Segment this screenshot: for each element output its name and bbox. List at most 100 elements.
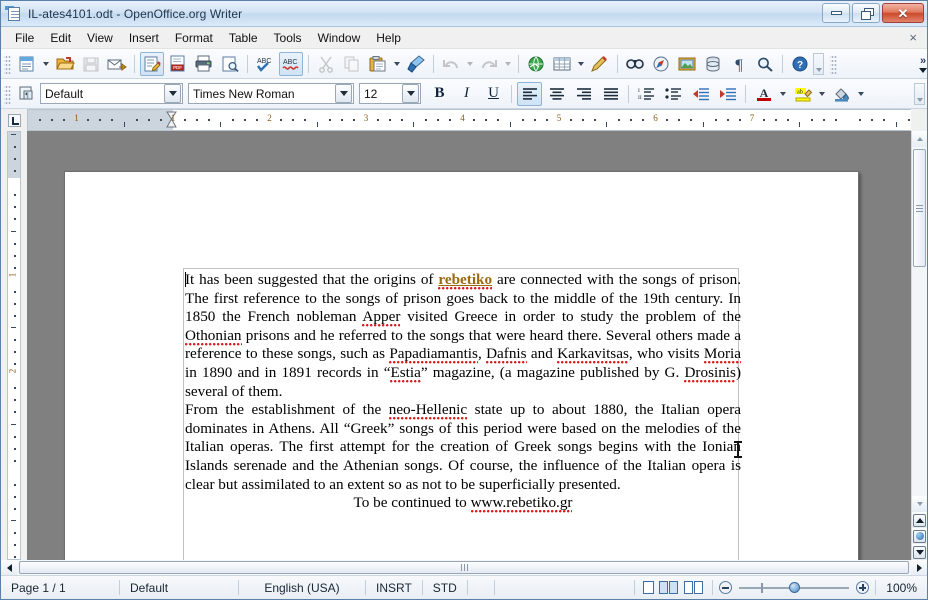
zoom-slider[interactable] [739,581,850,594]
status-page-style[interactable]: Default [120,581,238,595]
clone-formatting-icon[interactable] [404,52,428,76]
font-color-dropdown-icon[interactable] [780,91,786,96]
table-icon[interactable] [550,52,574,76]
book-view-icon[interactable] [684,581,704,594]
next-page-button[interactable] [912,544,927,560]
new-document-icon[interactable] [15,52,39,76]
paragraph-style-dropdown-icon[interactable] [164,84,181,103]
zoom-slider-knob[interactable] [789,582,801,593]
zoom-icon[interactable] [753,52,777,76]
openoffice-writer-window: IL-ates4101.odt - OpenOffice.org Writer … [0,0,928,600]
document-canvas[interactable]: It has been suggested that the origins o… [27,131,911,560]
tab-stop-left-icon[interactable] [1,109,27,131]
status-insert-mode[interactable]: INSRT [366,581,422,595]
autospellcheck-icon[interactable]: ABC [279,51,303,76]
vertical-ruler[interactable]: 12 [1,131,27,560]
status-zoom-value[interactable]: 100% [876,581,927,595]
previous-page-button[interactable] [912,512,927,528]
justify-button[interactable] [598,82,623,106]
horizontal-ruler[interactable]: 1 1 2 3 4 5 6 7 [27,109,911,131]
menu-table[interactable]: Table [221,29,266,47]
font-color-button[interactable]: A [751,82,776,106]
formatting-marks-icon[interactable]: ¶ [727,52,751,76]
horizontal-scroll-thumb[interactable] [19,561,909,574]
zoom-out-button[interactable] [719,581,733,594]
horizontal-scroll-track[interactable] [17,560,911,575]
vertical-scroll-thumb[interactable] [913,149,926,267]
find-replace-icon[interactable] [623,52,647,76]
paragraph-style-icon[interactable]: ¶ [15,82,39,106]
menu-format[interactable]: Format [167,29,221,47]
menu-window[interactable]: Window [310,29,369,47]
vertical-scrollbar[interactable] [911,131,927,560]
gallery-icon[interactable] [675,52,699,76]
close-button[interactable]: ✕ [882,3,924,23]
italic-button[interactable]: I [454,82,479,106]
edit-file-icon[interactable] [140,51,164,76]
paste-dropdown-icon[interactable] [394,61,400,66]
toolbar-more-icon[interactable]: » [920,55,926,67]
toolbar-overflow-button[interactable] [813,52,824,75]
export-pdf-icon[interactable]: PDF [166,52,190,76]
align-left-button[interactable] [517,81,542,106]
ordered-list-button[interactable]: I II [634,82,659,106]
print-icon[interactable] [192,52,216,76]
paragraph-style-combobox[interactable]: Default [40,83,183,104]
scroll-right-button[interactable] [911,560,927,575]
menu-help[interactable]: Help [368,29,409,47]
align-right-button[interactable] [571,82,596,106]
menu-file[interactable]: File [7,29,42,47]
scroll-up-button[interactable] [912,131,927,147]
minimize-button[interactable] [822,3,850,23]
toolbar-grip[interactable] [4,53,11,74]
zoom-in-button[interactable] [856,581,870,594]
background-color-button[interactable] [829,82,854,106]
status-page[interactable]: Page 1 / 1 [1,581,119,595]
close-document-icon[interactable]: × [909,30,917,45]
menu-insert[interactable]: Insert [121,29,167,47]
menu-tools[interactable]: Tools [266,29,310,47]
hyperlink-icon[interactable] [524,52,548,76]
highlighting-button[interactable]: ab [790,82,815,106]
formatbar-grip[interactable] [4,83,11,104]
maximize-button[interactable] [852,3,880,23]
horizontal-scrollbar[interactable] [1,560,927,575]
status-selection-mode[interactable]: STD [423,581,467,595]
open-folder-icon[interactable] [53,52,77,76]
font-size-combobox[interactable]: 12 [359,83,421,104]
vertical-scroll-track[interactable] [912,147,927,496]
navigation-button[interactable] [912,528,927,544]
menu-view[interactable]: View [79,29,121,47]
multi-page-view-icon[interactable] [659,581,679,594]
help-icon[interactable]: ? [788,52,812,76]
font-name-combobox[interactable]: Times New Roman [188,83,354,104]
table-dropdown-icon[interactable] [578,61,584,66]
align-center-button[interactable] [544,82,569,106]
new-document-dropdown-icon[interactable] [43,61,49,66]
email-document-icon[interactable] [105,52,129,76]
spelling-icon[interactable]: ABC [253,52,277,76]
formatbar-overflow-button[interactable] [914,82,925,105]
scroll-down-button[interactable] [912,496,927,512]
bold-button[interactable]: B [427,82,452,106]
unordered-list-button[interactable] [661,82,686,106]
highlighting-dropdown-icon[interactable] [819,91,825,96]
show-draw-functions-icon[interactable] [588,52,612,76]
single-page-view-icon[interactable] [643,581,655,594]
increase-indent-button[interactable] [715,82,740,106]
navigator-icon[interactable] [649,52,673,76]
underline-button[interactable]: U [481,82,506,106]
status-language[interactable]: English (USA) [239,581,365,595]
font-name-dropdown-icon[interactable] [335,84,352,103]
print-preview-icon[interactable] [218,52,242,76]
background-color-dropdown-icon[interactable] [858,91,864,96]
font-size-dropdown-icon[interactable] [402,84,419,103]
scroll-left-button[interactable] [1,560,17,575]
paste-icon[interactable] [366,52,390,76]
menu-edit[interactable]: Edit [42,29,79,47]
decrease-indent-button[interactable] [688,82,713,106]
toolbar-grip-secondary[interactable] [830,53,837,74]
document-text[interactable]: It has been suggested that the origins o… [185,271,741,514]
data-sources-icon[interactable] [701,52,725,76]
page-1[interactable]: It has been suggested that the origins o… [64,171,859,560]
